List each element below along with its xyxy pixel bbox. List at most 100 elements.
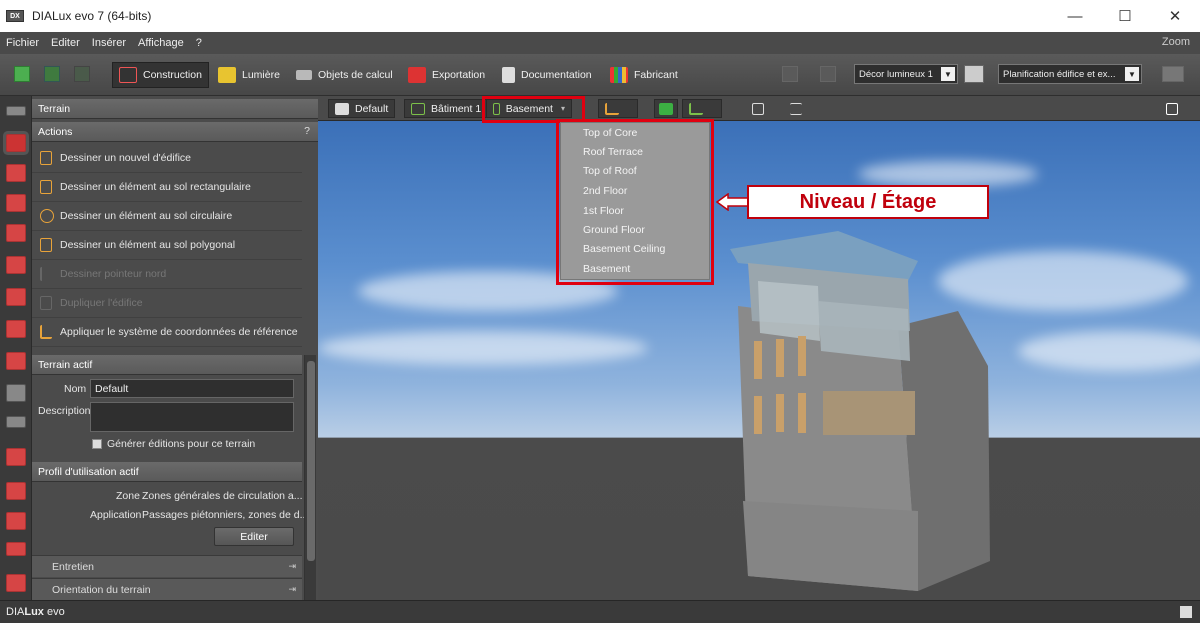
panel-title-text: Terrain xyxy=(38,102,71,115)
terrain-selector[interactable]: Default xyxy=(328,99,396,118)
tab-construction-label: Construction xyxy=(143,69,202,81)
floor-plan-button[interactable] xyxy=(682,99,722,118)
action-polygon-floor[interactable]: Dessiner un élément au sol polygonal xyxy=(32,231,302,260)
action-label: Dessiner un nouvel d'édifice xyxy=(60,152,191,164)
actions-header[interactable]: Actions ? xyxy=(32,122,318,142)
redo-icon[interactable] xyxy=(74,66,90,82)
ceiling-tool-icon[interactable] xyxy=(6,288,26,306)
minimize-button[interactable]: — xyxy=(1050,0,1100,32)
stop-icon[interactable] xyxy=(820,66,836,82)
monitor-icon xyxy=(1166,102,1178,115)
eraser-icon[interactable] xyxy=(1162,66,1184,82)
tab-exportation[interactable]: Exportation xyxy=(408,62,485,88)
action-rect-floor[interactable]: Dessiner un élément au sol rectangulaire xyxy=(32,173,302,202)
opening-tool-icon[interactable] xyxy=(6,542,26,556)
decor-dropdown[interactable]: Décor lumineux 1 ▼ xyxy=(854,64,958,84)
arrow-left-icon xyxy=(716,193,748,211)
ceiling-element-icon[interactable] xyxy=(6,512,26,530)
pin-icon[interactable]: ⇥ xyxy=(288,584,296,595)
action-duplicate-building: Dupliquer l'édifice xyxy=(32,289,302,318)
tab-documentation[interactable]: Documentation xyxy=(502,62,592,88)
furniture-tool-icon[interactable] xyxy=(6,416,26,428)
lamp-icon xyxy=(218,67,236,83)
material-tool-icon[interactable] xyxy=(6,448,26,466)
column-tool-icon[interactable] xyxy=(6,574,26,592)
section-orientation[interactable]: Orientation du terrain ⇥ xyxy=(32,578,302,600)
section-entretien[interactable]: Entretien ⇥ xyxy=(32,555,302,577)
measure-icon xyxy=(790,102,802,115)
fit-view-button[interactable] xyxy=(746,99,770,118)
status-corner-icon[interactable] xyxy=(1180,606,1192,618)
maximize-button[interactable]: ☐ xyxy=(1100,0,1150,32)
terrain-tool-icon[interactable] xyxy=(6,106,26,116)
floor-plan-icon xyxy=(689,102,703,115)
action-apply-coordinates[interactable]: Appliquer le système de coordonnées de r… xyxy=(32,318,302,347)
tab-fabricant[interactable]: Fabricant xyxy=(610,62,678,88)
scrollbar-thumb[interactable] xyxy=(307,361,315,561)
room-tool-icon[interactable] xyxy=(6,224,26,242)
zone-label: Zone xyxy=(116,490,140,502)
application-value: Passages piétonniers, zones de d... xyxy=(142,509,309,521)
north-arrow-icon xyxy=(40,267,52,281)
building-outline-icon xyxy=(40,151,52,165)
plane-view-button[interactable] xyxy=(598,99,638,118)
play-icon[interactable] xyxy=(782,66,798,82)
title-bar: DX DIALux evo 7 (64-bits) — ☐ ✕ xyxy=(0,0,1200,32)
floor-element-icon[interactable] xyxy=(6,256,26,274)
action-label: Dessiner un élément au sol circulaire xyxy=(60,210,233,222)
action-label: Dupliquer l'édifice xyxy=(60,297,143,309)
help-icon[interactable]: ? xyxy=(304,125,310,137)
menu-fichier[interactable]: Fichier xyxy=(0,37,45,49)
panel-scrollbar[interactable] xyxy=(304,355,316,600)
menu-editer[interactable]: Editer xyxy=(45,37,86,49)
action-label: Appliquer le système de coordonnées de r… xyxy=(60,326,298,338)
app-logo-icon: DX xyxy=(6,10,24,22)
active-terrain-header-text: Terrain actif xyxy=(38,358,93,371)
construction-icon xyxy=(119,67,137,83)
window-tool-icon[interactable] xyxy=(6,352,26,370)
building-selector-label: Bâtiment 1 xyxy=(431,102,482,115)
window-title: DIALux evo 7 (64-bits) xyxy=(32,9,152,23)
measure-button[interactable] xyxy=(784,99,808,118)
object-tool-icon[interactable] xyxy=(6,384,26,402)
tab-objets-label: Objets de calcul xyxy=(318,69,393,81)
pin-icon[interactable]: ⇥ xyxy=(288,561,296,572)
storey-tool-icon[interactable] xyxy=(6,164,26,182)
building-tool-icon[interactable] xyxy=(6,134,26,152)
undo-icon[interactable] xyxy=(44,66,60,82)
action-new-building[interactable]: Dessiner un nouvel d'édifice xyxy=(32,144,302,173)
chevron-down-icon: ▼ xyxy=(941,67,955,81)
menu-help[interactable]: ? xyxy=(190,37,208,49)
usage-profile-header-text: Profil d'utilisation actif xyxy=(38,465,139,478)
generate-editions-checkbox[interactable] xyxy=(92,439,102,449)
monitor-icon[interactable] xyxy=(964,65,984,83)
action-label: Dessiner un élément au sol rectangulaire xyxy=(60,181,251,193)
annotation-callout: Niveau / Étage xyxy=(747,185,989,219)
name-field[interactable]: Default xyxy=(90,379,294,398)
menu-bar: Fichier Editer Insérer Affichage ? Zoom xyxy=(0,32,1200,54)
building-selector[interactable]: Bâtiment 1 xyxy=(404,99,489,118)
tab-construction[interactable]: Construction xyxy=(112,62,209,88)
edit-button[interactable]: Editer xyxy=(214,527,294,546)
fullscreen-button[interactable] xyxy=(1160,99,1184,118)
menu-affichage[interactable]: Affichage xyxy=(132,37,190,49)
section-entretien-label: Entretien xyxy=(52,560,95,573)
close-button[interactable]: ✕ xyxy=(1150,0,1200,32)
description-field[interactable] xyxy=(90,402,294,432)
cut-tool-icon[interactable] xyxy=(6,482,26,500)
wall-tool-icon[interactable] xyxy=(6,194,26,212)
planning-dropdown[interactable]: Planification édifice et ex... ▼ xyxy=(998,64,1142,84)
tab-objets-de-calcul[interactable]: Objets de calcul xyxy=(296,62,393,88)
tab-documentation-label: Documentation xyxy=(521,69,592,81)
menu-inserer[interactable]: Insérer xyxy=(86,37,132,49)
roof-tool-icon[interactable] xyxy=(6,320,26,338)
action-circular-floor[interactable]: Dessiner un élément au sol circulaire xyxy=(32,202,302,231)
tab-lumiere[interactable]: Lumière xyxy=(218,62,280,88)
zoom-menu[interactable]: Zoom xyxy=(1162,36,1190,48)
cube-icon xyxy=(659,102,673,115)
tab-lumiere-label: Lumière xyxy=(242,69,280,81)
save-icon[interactable] xyxy=(14,66,30,82)
3d-view-button[interactable] xyxy=(654,99,678,118)
duplicate-icon xyxy=(40,296,52,310)
fit-view-icon xyxy=(752,102,764,115)
